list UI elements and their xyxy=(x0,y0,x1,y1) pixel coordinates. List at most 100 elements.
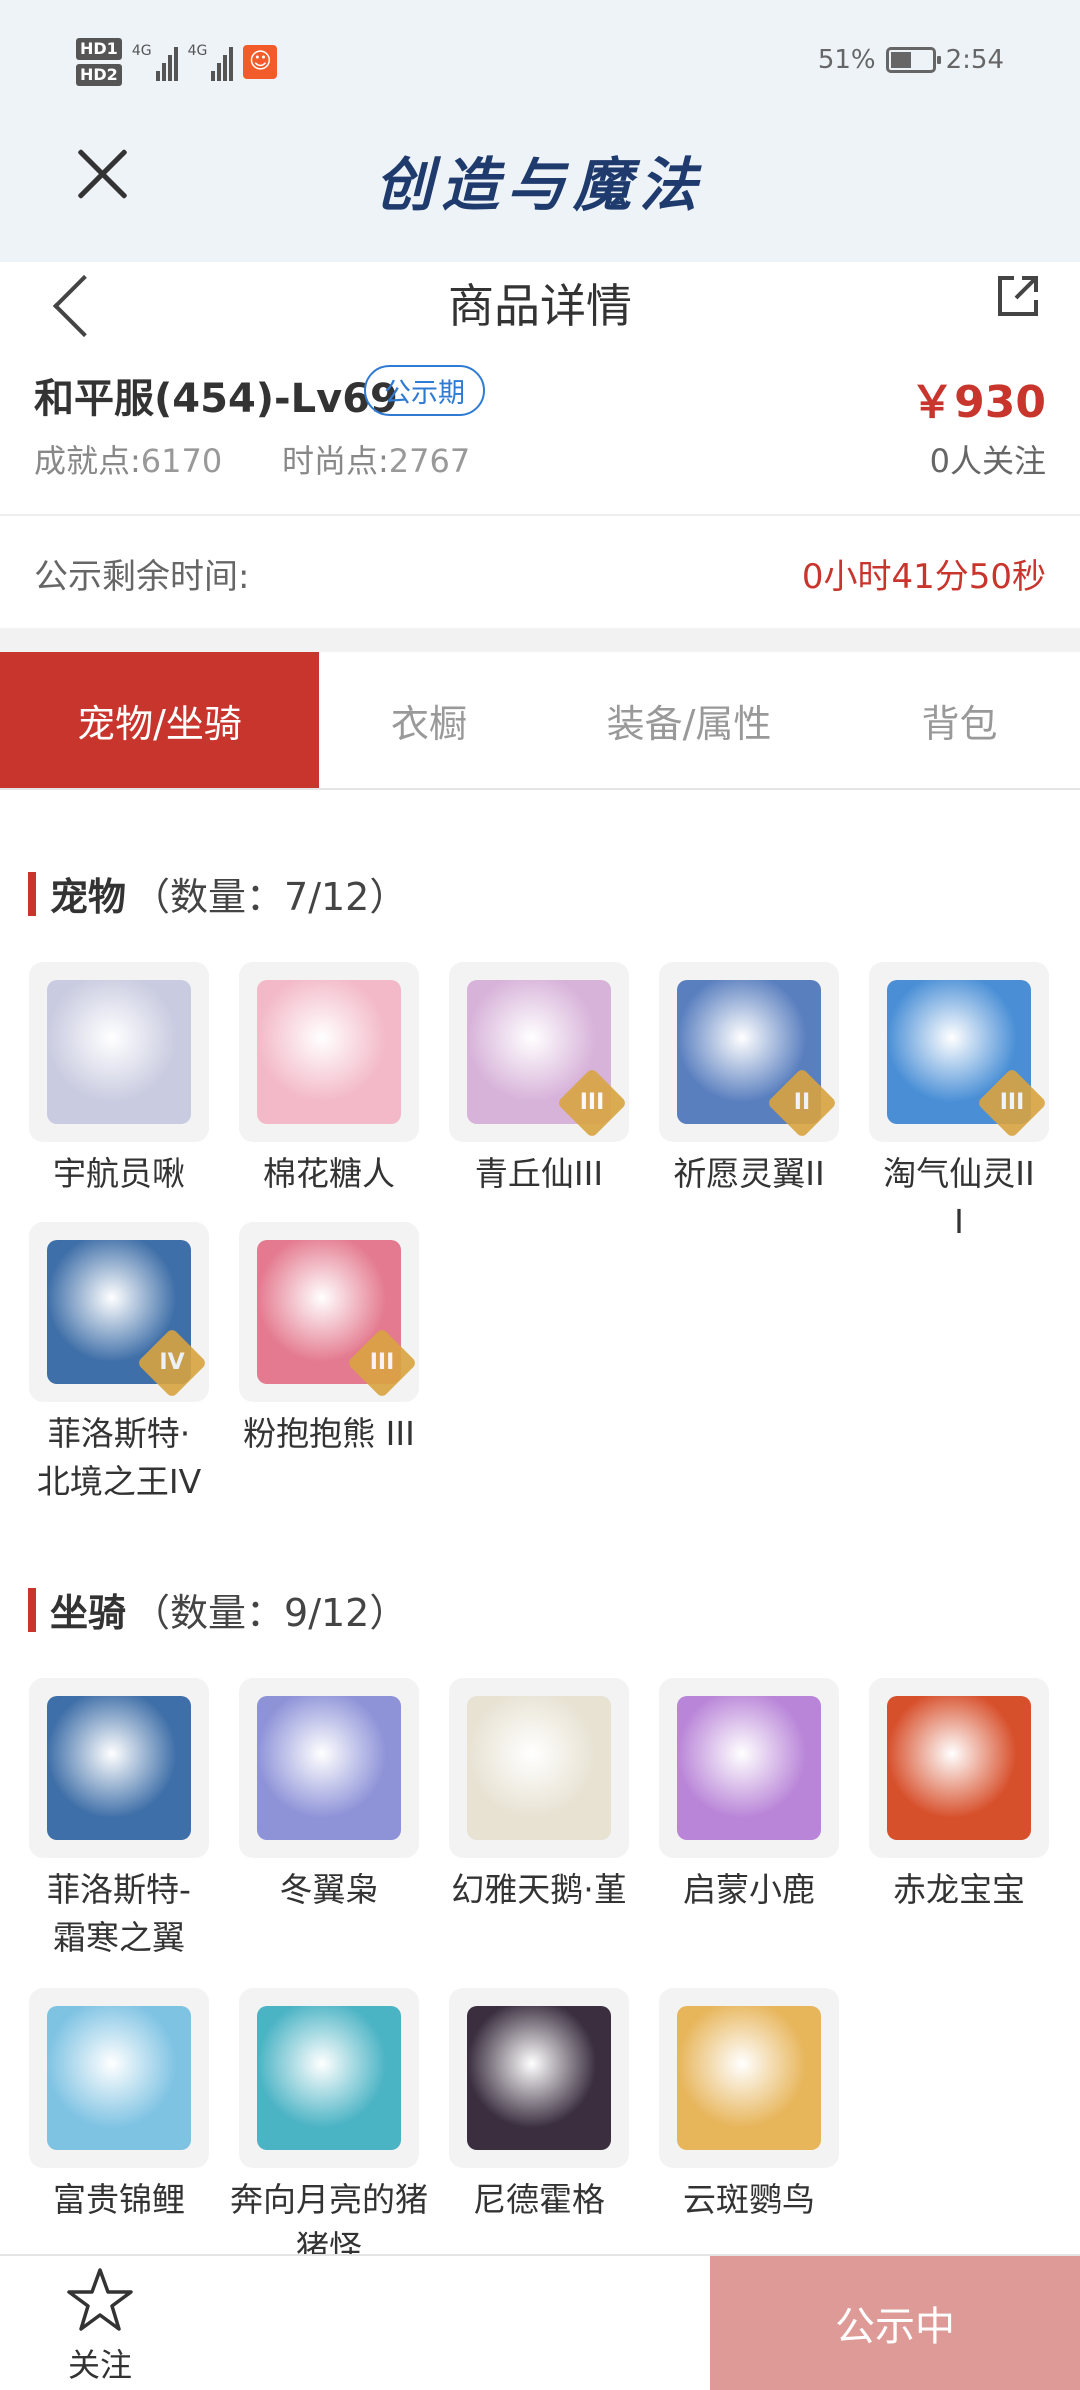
item-image xyxy=(257,1696,401,1840)
item-name: 宇航员啾 xyxy=(53,1154,185,1193)
item-name: 菲洛斯特- 霜寒之翼 xyxy=(47,1870,191,1957)
fashion-label: 时尚点: xyxy=(282,442,389,480)
product-info: 和平服(454)-Lv69 公示期 ￥930 成就点:6170 时尚点:2767… xyxy=(0,356,1080,516)
tier-badge: IV xyxy=(136,1327,208,1399)
grid-item[interactable]: 菲洛斯特- 霜寒之翼 xyxy=(14,1678,224,1962)
item-image xyxy=(257,980,401,1124)
tier-badge: III xyxy=(346,1327,418,1399)
item-name: 富贵锦鲤 xyxy=(53,2180,185,2219)
tab-wardrobe[interactable]: 衣橱 xyxy=(319,652,539,788)
item-image xyxy=(887,1696,1031,1840)
item-thumbnail xyxy=(239,962,419,1142)
status-left: HD1 HD2 4G 4G ☺ xyxy=(76,38,278,86)
grid-item[interactable]: 奔向月亮的猪 猪怪 xyxy=(224,1988,434,2272)
battery-icon xyxy=(885,47,941,73)
item-thumbnail xyxy=(29,1988,209,2168)
grid-item[interactable]: 云斑鹦鸟 xyxy=(644,1988,854,2224)
mounts-section-title: 坐骑 （数量：9/12） xyxy=(28,1582,407,1637)
item-thumbnail: III xyxy=(869,962,1049,1142)
item-name: 棉花糖人 xyxy=(263,1154,395,1193)
item-name: 祈愿灵翼II xyxy=(673,1154,825,1193)
bottom-bar: 关注 公示中 xyxy=(0,2254,1080,2390)
item-name: 粉抱抱熊 III xyxy=(243,1414,415,1453)
grid-item[interactable]: III 粉抱抱熊 III xyxy=(224,1222,434,1458)
follow-label: 关注 xyxy=(67,2346,132,2384)
tier-badge: II xyxy=(766,1067,838,1139)
pets-count: （数量：7/12） xyxy=(132,875,408,919)
grid-item[interactable]: 宇航员啾 xyxy=(14,962,224,1198)
fashion-value: 2767 xyxy=(388,442,471,480)
item-image xyxy=(257,2006,401,2150)
battery-percent: 51% xyxy=(817,45,876,75)
clock: 2:54 xyxy=(945,45,1004,75)
tab-pets-mounts[interactable]: 宠物/坐骑 xyxy=(0,652,319,788)
grid-item[interactable]: 启蒙小鹿 xyxy=(644,1678,854,1914)
network-type-2: 4G xyxy=(187,43,208,59)
notification-app-icon: ☺ xyxy=(243,45,278,79)
status-right: 51% 2:54 xyxy=(818,45,1004,75)
item-name: 启蒙小鹿 xyxy=(683,1870,815,1909)
tab-equipment[interactable]: 装备/属性 xyxy=(539,652,839,788)
item-thumbnail xyxy=(869,1678,1049,1858)
server-level: 和平服(454)-Lv69 xyxy=(34,376,398,422)
grid-item[interactable]: II 祈愿灵翼II xyxy=(644,962,854,1198)
item-name: 青丘仙III xyxy=(474,1154,604,1193)
grid-item[interactable]: 冬翼枭 xyxy=(224,1678,434,1914)
mounts-title: 坐骑 xyxy=(50,1591,127,1635)
item-thumbnail xyxy=(659,1988,839,2168)
item-image xyxy=(47,2006,191,2150)
sim2-indicator: HD2 xyxy=(76,64,122,86)
grid-item[interactable]: 尼德霍格 xyxy=(434,1988,644,2224)
item-name: 淘气仙灵II I xyxy=(883,1154,1035,1241)
tier-badge: III xyxy=(976,1067,1048,1139)
signal-icon: 4G xyxy=(132,43,178,81)
grid-item[interactable]: III 淘气仙灵II I xyxy=(854,962,1064,1246)
item-name: 冬翼枭 xyxy=(279,1870,379,1909)
countdown-row: 公示剩余时间: 0小时41分50秒 xyxy=(0,516,1080,628)
public-status-button[interactable]: 公示中 xyxy=(710,2256,1080,2390)
grid-item[interactable]: 富贵锦鲤 xyxy=(14,1988,224,2224)
pets-section-title: 宠物 （数量：7/12） xyxy=(28,866,407,921)
signal-icon-2: 4G xyxy=(188,43,234,81)
item-name: 赤龙宝宝 xyxy=(893,1870,1025,1909)
sim1-indicator: HD1 xyxy=(76,38,122,60)
item-image xyxy=(677,1696,821,1840)
item-thumbnail: III xyxy=(239,1222,419,1402)
divider xyxy=(0,628,1080,652)
follow-button[interactable]: 关注 xyxy=(0,2256,200,2390)
section-accent-bar xyxy=(28,1587,36,1632)
achievement-label: 成就点: xyxy=(34,442,141,480)
item-name: 云斑鹦鸟 xyxy=(683,2180,815,2219)
item-name: 幻雅天鹅·堇 xyxy=(451,1870,627,1909)
app-header: HD1 HD2 4G 4G ☺ 51% 2:54 创造与魔法 xyxy=(0,0,1080,262)
tab-bar: 宠物/坐骑 衣橱 装备/属性 背包 xyxy=(0,652,1080,790)
item-thumbnail: IV xyxy=(29,1222,209,1402)
item-thumbnail xyxy=(659,1678,839,1858)
grid-item[interactable]: 棉花糖人 xyxy=(224,962,434,1198)
grid-item[interactable]: 赤龙宝宝 xyxy=(854,1678,1064,1914)
status-badge: 公示期 xyxy=(364,365,485,416)
tab-backpack[interactable]: 背包 xyxy=(839,652,1080,788)
app-title: 创造与魔法 xyxy=(374,151,705,219)
grid-item[interactable]: IV 菲洛斯特· 北境之王IV xyxy=(14,1222,224,1506)
sim-indicators: HD1 HD2 xyxy=(76,38,122,86)
share-icon[interactable] xyxy=(994,272,1042,320)
status-bar: HD1 HD2 4G 4G ☺ 51% 2:54 xyxy=(0,0,1080,130)
achievement-value: 6170 xyxy=(140,442,223,480)
item-thumbnail xyxy=(239,1678,419,1858)
nav-bar: 商品详情 xyxy=(0,262,1080,356)
item-thumbnail xyxy=(29,1678,209,1858)
item-thumbnail: II xyxy=(659,962,839,1142)
grid-item[interactable]: 幻雅天鹅·堇 xyxy=(434,1678,644,1914)
grid-item[interactable]: III 青丘仙III xyxy=(434,962,644,1198)
item-image xyxy=(47,1696,191,1840)
pets-title: 宠物 xyxy=(50,875,127,919)
item-thumbnail xyxy=(239,1988,419,2168)
section-accent-bar xyxy=(28,871,36,916)
achievement-points: 成就点:6170 xyxy=(34,436,222,482)
item-image xyxy=(677,2006,821,2150)
countdown-label: 公示剩余时间: xyxy=(34,557,250,597)
price: ￥930 xyxy=(910,377,1046,428)
page-title: 商品详情 xyxy=(448,279,632,333)
mounts-count: （数量：9/12） xyxy=(132,1591,408,1635)
